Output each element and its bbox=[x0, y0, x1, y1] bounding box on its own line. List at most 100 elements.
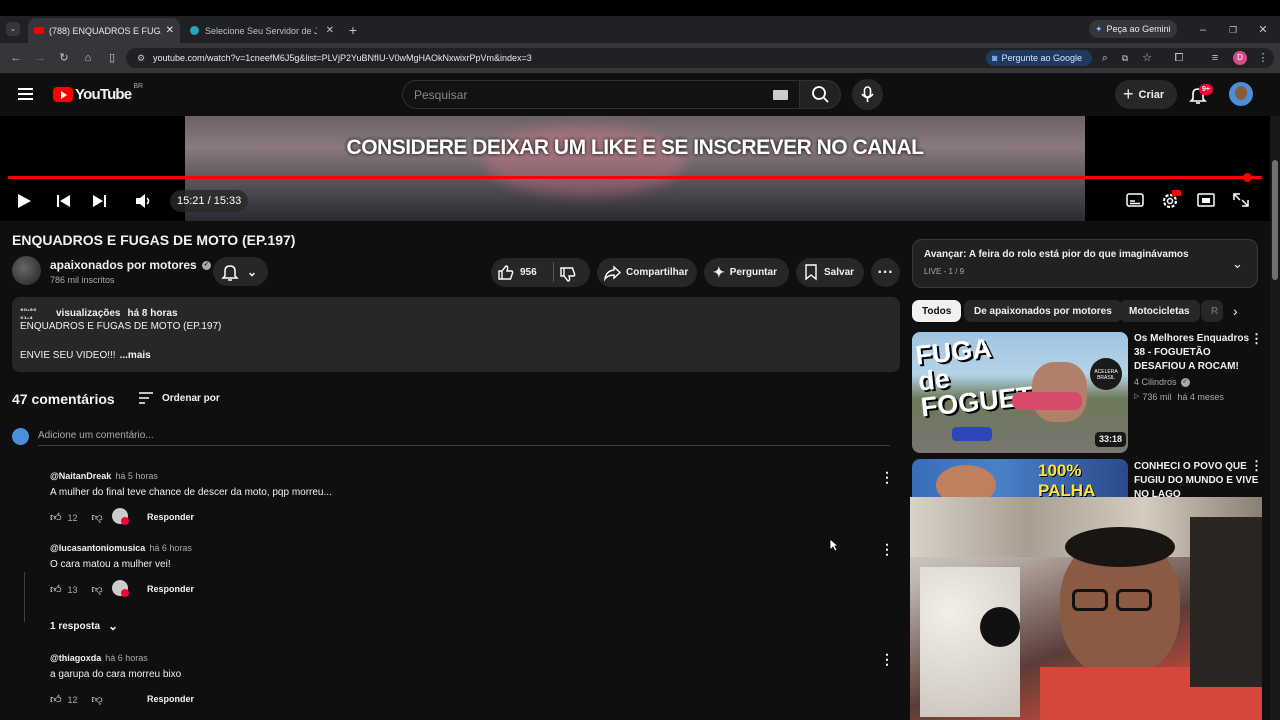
comment-author[interactable]: @thiagoxda bbox=[50, 653, 101, 663]
comment-menu-icon[interactable]: ⋮ bbox=[880, 651, 894, 668]
restore-icon[interactable]: ❐ bbox=[1226, 22, 1240, 38]
comment-actions: 👍︎ 13 👎︎ bbox=[50, 583, 103, 596]
new-tab-icon[interactable]: + bbox=[346, 22, 360, 38]
youtube-logo[interactable]: YouTube BR bbox=[53, 83, 144, 103]
reload-icon[interactable]: ↻ bbox=[56, 50, 72, 66]
creator-heart-avatar bbox=[112, 508, 129, 525]
chevron-right-icon[interactable]: › bbox=[1233, 303, 1238, 319]
thumbs-down-icon[interactable]: 👎︎ bbox=[92, 693, 103, 706]
chip-motorcycles[interactable]: Motocicletas bbox=[1119, 300, 1200, 322]
recommendation-title[interactable]: Os Melhores Enquadros 38 - FOGUETÃO DESA… bbox=[1134, 332, 1260, 374]
show-more-link[interactable]: ...mais bbox=[120, 350, 151, 361]
chevron-down-icon[interactable]: ⌄ bbox=[1232, 256, 1243, 272]
save-button[interactable]: Salvar bbox=[796, 258, 864, 287]
comment-author[interactable]: @lucasantoniomusica bbox=[50, 543, 145, 553]
comment-time[interactable]: há 6 horas bbox=[105, 653, 148, 663]
subtitles-button[interactable] bbox=[1126, 192, 1144, 208]
close-tab-icon[interactable]: ✕ bbox=[326, 25, 334, 36]
add-comment-input[interactable]: Adicione um comentário... bbox=[38, 430, 154, 441]
play-button[interactable] bbox=[16, 193, 32, 209]
bookmark-star-icon[interactable]: ☆ bbox=[1140, 50, 1154, 66]
comment-likes: 12 bbox=[67, 694, 78, 705]
extensions-icon[interactable]: ⧠ bbox=[1172, 50, 1186, 66]
channel-name[interactable]: apaixonados por motores bbox=[50, 258, 197, 272]
recommendation-channel[interactable]: 4 Cilindros bbox=[1134, 377, 1177, 387]
recommendation-title[interactable]: CONHECI O POVO QUE FUGIU DO MUNDO E VIVE… bbox=[1134, 460, 1260, 498]
forward-icon[interactable]: → bbox=[32, 50, 48, 66]
thumbnail-text: FUGA de FOGUETÃO! bbox=[913, 333, 1084, 423]
chip-all[interactable]: Todos bbox=[912, 300, 962, 322]
settings-button[interactable] bbox=[1161, 190, 1181, 210]
media-icon[interactable]: ≡ bbox=[1208, 50, 1222, 66]
chip-truncated[interactable]: R bbox=[1201, 300, 1223, 322]
tab-servidor[interactable]: Selecione Seu Servidor de Jogo ✕ bbox=[184, 18, 340, 43]
tab-title: (788) ENQUADROS E FUGAS DE bbox=[49, 25, 161, 36]
tab-youtube[interactable]: (788) ENQUADROS E FUGAS DE ✕ bbox=[28, 18, 180, 43]
chip-channel[interactable]: De apaixonados por motores bbox=[964, 300, 1122, 322]
next-button[interactable] bbox=[91, 193, 107, 209]
description-line-2: ENVIE SEU VIDEO!!! ...mais bbox=[20, 350, 151, 361]
reply-button[interactable]: Responder bbox=[147, 694, 194, 704]
close-window-icon[interactable]: ✕ bbox=[1256, 22, 1270, 38]
recommendation-menu-icon[interactable]: ⋮ bbox=[1250, 331, 1263, 347]
video-duration: 33:18 bbox=[1095, 432, 1127, 447]
reply-button[interactable]: Responder bbox=[147, 584, 194, 594]
site-info-icon[interactable]: ⚙ bbox=[134, 50, 148, 66]
country-code: BR bbox=[133, 83, 144, 90]
zoom-icon[interactable]: ⌕ bbox=[1098, 50, 1112, 66]
comment-author[interactable]: @NaitanDreak bbox=[50, 471, 111, 481]
ask-button[interactable]: ✦ Perguntar bbox=[704, 258, 789, 287]
fullscreen-button[interactable] bbox=[1232, 192, 1250, 208]
back-icon[interactable]: ← bbox=[8, 50, 24, 66]
thumbs-up-icon[interactable]: 👍︎ bbox=[50, 511, 62, 524]
thumbs-up-icon[interactable]: 👍︎ bbox=[50, 693, 62, 706]
comment-menu-icon[interactable]: ⋮ bbox=[880, 541, 894, 558]
share-button[interactable]: Compartilhar bbox=[597, 258, 697, 287]
voice-search-button[interactable] bbox=[852, 79, 883, 110]
miniplayer-button[interactable] bbox=[1197, 192, 1215, 208]
close-tab-icon[interactable]: ✕ bbox=[166, 25, 174, 36]
playlist-panel[interactable] bbox=[912, 239, 1258, 288]
dislike-button[interactable] bbox=[559, 266, 576, 283]
subscriber-count: 786 mil inscritos bbox=[50, 275, 115, 285]
account-avatar[interactable] bbox=[1229, 82, 1253, 106]
recommendation-channel-row[interactable]: 4 Cilindros ✓ bbox=[1134, 377, 1190, 387]
search-input[interactable]: Pesquisar bbox=[402, 80, 800, 109]
profile-avatar[interactable]: D bbox=[1233, 51, 1247, 65]
gemini-button[interactable]: ✦ Peça ao Gemini bbox=[1089, 20, 1177, 38]
minimize-icon[interactable]: – bbox=[1196, 22, 1210, 38]
subscribed-button[interactable]: ⌄ bbox=[213, 257, 268, 286]
more-actions-icon[interactable]: ··· bbox=[871, 258, 900, 287]
tab-search-chevron-icon[interactable]: ⌄ bbox=[6, 22, 20, 36]
ask-google-button[interactable]: ◙ Pergunte ao Google bbox=[986, 50, 1092, 66]
comment-time[interactable]: há 6 horas bbox=[149, 543, 192, 553]
previous-button[interactable] bbox=[56, 193, 72, 209]
channel-name-row[interactable]: apaixonados por motores ✓ bbox=[50, 258, 211, 272]
show-replies-button[interactable]: 1 resposta ⌄ bbox=[50, 619, 118, 633]
install-app-icon[interactable]: ⧉ bbox=[1118, 50, 1132, 66]
thumbs-up-icon[interactable]: 👍︎ bbox=[50, 583, 62, 596]
split-view-icon[interactable]: ▯ bbox=[104, 50, 120, 66]
volume-button[interactable] bbox=[134, 192, 152, 210]
reply-button[interactable]: Responder bbox=[147, 512, 194, 522]
thumbs-down-icon[interactable]: 👎︎ bbox=[92, 583, 103, 596]
scrubber-handle[interactable] bbox=[1242, 173, 1252, 182]
home-icon[interactable]: ⌂ bbox=[80, 50, 96, 66]
search-button[interactable] bbox=[799, 80, 841, 109]
comment-menu-icon[interactable]: ⋮ bbox=[880, 469, 894, 486]
like-button[interactable]: 956 bbox=[497, 264, 537, 281]
keyboard-icon[interactable] bbox=[773, 90, 788, 100]
hamburger-menu-icon[interactable] bbox=[18, 87, 33, 101]
recommendation-menu-icon[interactable]: ⋮ bbox=[1250, 458, 1263, 474]
page-scrollbar[interactable] bbox=[1270, 116, 1280, 720]
thumbs-down-icon[interactable]: 👎︎ bbox=[92, 511, 103, 524]
menu-dots-icon[interactable]: ⋮ bbox=[1256, 50, 1270, 66]
create-button[interactable]: + Criar bbox=[1115, 80, 1177, 109]
scrollbar-thumb[interactable] bbox=[1272, 160, 1278, 280]
comment-time[interactable]: há 5 horas bbox=[115, 471, 158, 481]
url-text[interactable]: youtube.com/watch?v=1cneefM6J5g&list=PLV… bbox=[153, 53, 532, 63]
channel-avatar[interactable] bbox=[12, 256, 41, 285]
recommendation-thumbnail[interactable]: 100% PALHA bbox=[912, 459, 1128, 499]
sort-button[interactable]: Ordenar por bbox=[138, 391, 220, 405]
progress-bar[interactable] bbox=[8, 173, 1262, 182]
